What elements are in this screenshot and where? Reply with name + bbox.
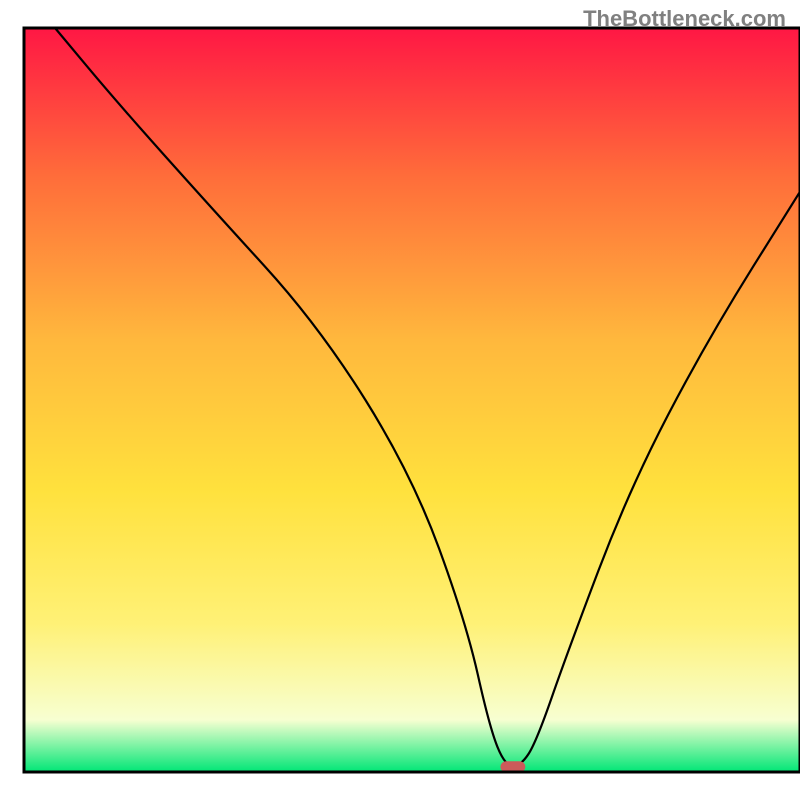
gradient-background: [24, 28, 800, 772]
bottleneck-chart: TheBottleneck.com: [0, 0, 800, 800]
chart-svg: [0, 0, 800, 800]
watermark-text: TheBottleneck.com: [583, 6, 786, 32]
